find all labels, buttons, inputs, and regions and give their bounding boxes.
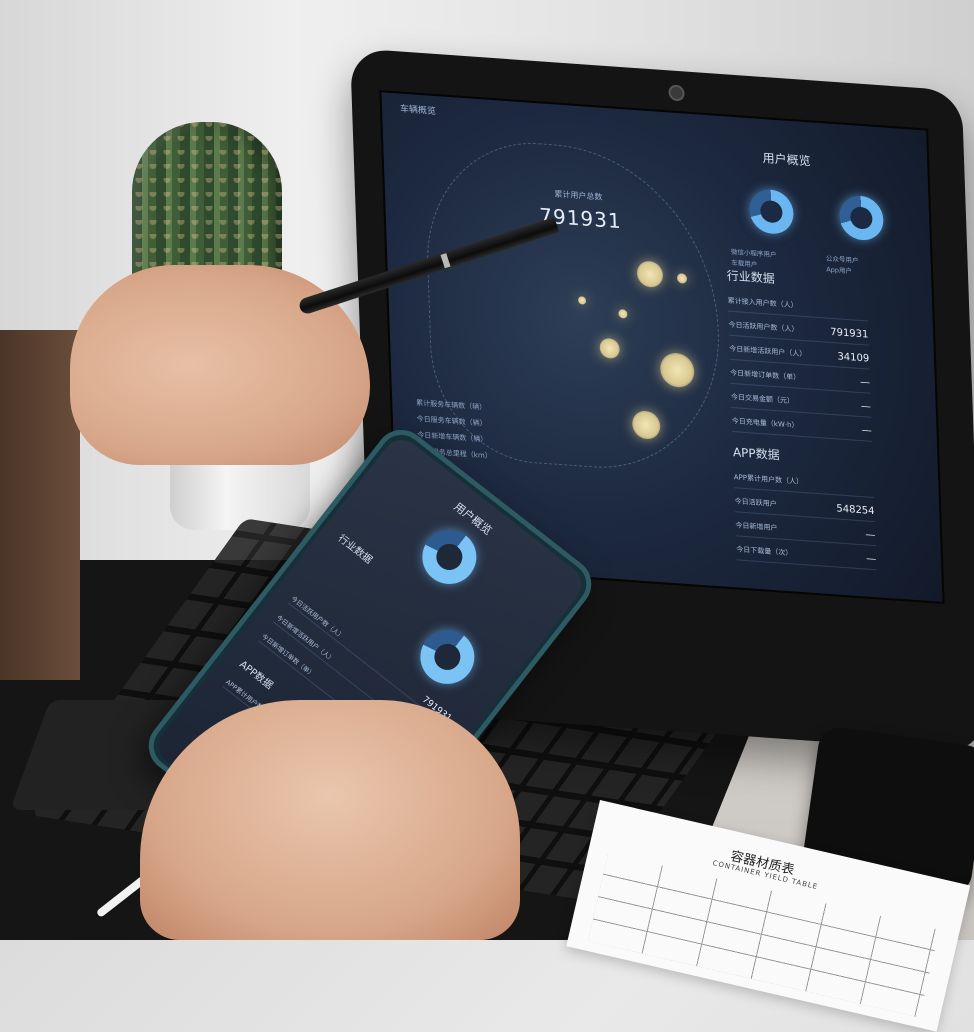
row-label: 累计接入用户数（人） (727, 296, 798, 310)
user-overview-title: 用户概览 (762, 150, 811, 169)
donut-chart-left (748, 188, 795, 236)
dashboard-header: 车辆概览 (399, 104, 437, 118)
row-label: 今日下载量（次） (736, 545, 793, 558)
row-label: 今日新增用户 (735, 521, 778, 533)
row-label: 今日活跃用户 (734, 497, 777, 509)
row-value: — (860, 400, 872, 413)
row-value: — (866, 553, 877, 565)
donut-chart-right (838, 194, 885, 242)
map-bubble (676, 273, 688, 284)
hand-holding-phone (140, 700, 520, 940)
row-label: 今日交易金额（元） (730, 392, 795, 406)
map-bubble (618, 308, 628, 319)
row-label: 今日新增订单数（单） (730, 368, 801, 382)
row-label: 今日新增活跃用户（人） (729, 344, 807, 359)
row-value: — (859, 376, 871, 389)
photo-scene: 车辆概览 累计用户总数 791931 累计服务车辆数（辆） 今日服务车辆数（辆）… (0, 0, 974, 1032)
industry-data-title: 行业数据 (726, 268, 776, 286)
row-label: 今日活跃用户数（人） (728, 320, 799, 334)
app-data-title: APP数据 (732, 445, 780, 463)
row-value: — (861, 424, 872, 437)
legend-right: 公众号用户 App用户 (826, 253, 859, 277)
jacket-sleeve (0, 330, 80, 680)
phone-industry-title: 行业数据 (335, 533, 374, 567)
map-bubble (577, 296, 587, 305)
phone-donut-chart-2 (409, 619, 486, 695)
row-value: 34109 (837, 350, 870, 365)
row-label: APP累计用户数（人） (733, 473, 804, 487)
row-value: — (865, 528, 876, 541)
row-value: 548254 (836, 502, 875, 517)
row-value: 791931 (830, 326, 869, 341)
webcam-icon (668, 84, 685, 102)
row-label: 今日充电量（kW·h） (731, 416, 799, 430)
